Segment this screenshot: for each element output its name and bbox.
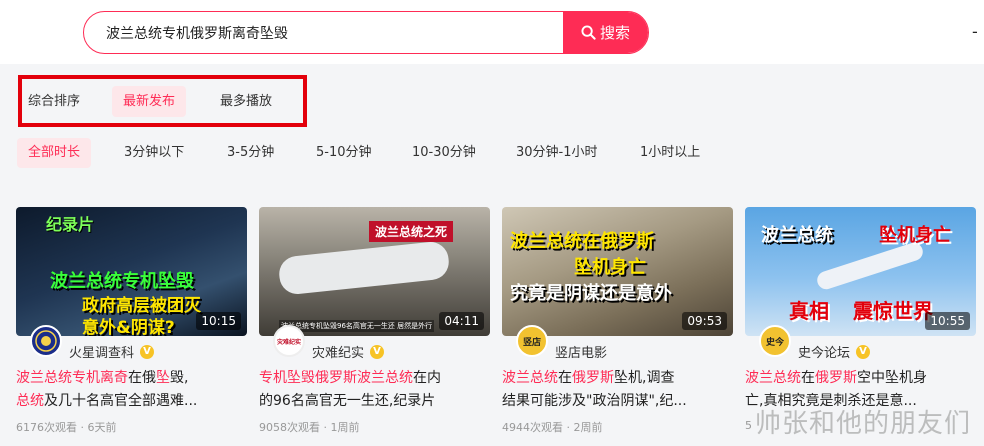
avatar-text: 竖店 [522, 337, 541, 348]
title-text: 结果可能涉及"政治阴谋",纪... [502, 393, 687, 409]
video-title-line: 总统及几十名高官全部遇难... [16, 390, 242, 413]
top-bar: 搜索 - [0, 0, 984, 64]
duration-filter-under-3[interactable]: 3分钟以下 [113, 138, 195, 168]
search-button[interactable]: 搜索 [563, 12, 648, 53]
plane-shape [814, 240, 926, 292]
keyword-highlight: 波兰总统 [502, 370, 558, 386]
video-thumbnail[interactable]: 纪录片 波兰总统专机坠毁 政府高层被团灭 意外&阴谋? 10:15 [16, 207, 247, 336]
thumb-caption: 纪录片 [46, 215, 95, 234]
search-button-label: 搜索 [599, 24, 630, 42]
video-title-line: 的96名高官无一生还,纪录片 [259, 390, 485, 413]
video-title-line: 结果可能涉及"政治阴谋",纪... [502, 390, 728, 413]
verified-badge-icon: V [856, 344, 871, 359]
video-thumbnail[interactable]: 波兰总统之死 波兰总统专机坠毁96名高官无一生还 居然是外行 04:11 [259, 207, 490, 336]
video-title-line: 波兰总统在俄罗斯坠机,调查 [502, 367, 728, 390]
title-text: 的96名高官无一生还,纪录片 [259, 393, 436, 409]
video-meta: 5 [745, 419, 752, 432]
search-box: 搜索 [83, 11, 649, 54]
author-row[interactable]: 竖店电影 [555, 342, 607, 361]
video-card[interactable]: 波兰总统之死 波兰总统专机坠毁96名高官无一生还 居然是外行 04:11 灾难纪… [259, 207, 490, 446]
thumb-caption: 震惊世界 [853, 299, 933, 323]
plane-shape [277, 240, 451, 296]
thumb-caption: 波兰总统之死 [369, 221, 454, 242]
author-row[interactable]: 史今论坛 V [798, 342, 871, 361]
video-meta: 9058次观看 · 1周前 [259, 421, 360, 434]
video-card[interactable]: 纪录片 波兰总统专机坠毁 政府高层被团灭 意外&阴谋? 10:15 火星调查科 … [16, 207, 247, 446]
sort-tab-most-played[interactable]: 最多播放 [209, 86, 283, 117]
search-input[interactable] [106, 12, 556, 53]
thumb-caption: 坠机身亡 [574, 257, 646, 278]
author-name[interactable]: 火星调查科 [69, 342, 134, 361]
title-text: 在 [801, 370, 815, 386]
keyword-highlight: 坠 [156, 370, 170, 386]
video-title[interactable]: 波兰总统在俄罗斯坠机,调查结果可能涉及"政治阴谋",纪... [502, 367, 728, 413]
keyword-highlight: 专机坠毁俄罗斯波兰总统 [259, 370, 413, 386]
video-title-line: 波兰总统在俄罗斯空中坠机身 [745, 367, 971, 390]
avatar[interactable]: 竖店 [516, 325, 548, 357]
avatar[interactable]: 灾难纪实 [273, 325, 305, 357]
keyword-highlight: 总统 [16, 393, 44, 409]
thumb-caption: 坠机身亡 [879, 225, 951, 246]
author-name[interactable]: 竖店电影 [555, 342, 607, 361]
title-text: 在内 [413, 370, 441, 386]
author-row[interactable]: 火星调查科 V [69, 342, 155, 361]
video-meta: 4944次观看 · 2周前 [502, 421, 603, 434]
duration-filter-3-5[interactable]: 3-5分钟 [216, 138, 285, 168]
video-duration: 09:53 [682, 312, 727, 330]
duration-filter-over-1h[interactable]: 1小时以上 [629, 138, 711, 168]
video-thumbnail[interactable]: 波兰总统在俄罗斯 坠机身亡 究竟是阴谋还是意外 09:53 [502, 207, 733, 336]
title-text: 及几十名高官全部遇难... [44, 393, 198, 409]
video-title[interactable]: 波兰总统专机离奇在俄坠毁, 总统及几十名高官全部遇难... [16, 367, 242, 413]
thumb-caption: 波兰总统 [761, 225, 833, 246]
search-icon [581, 25, 596, 40]
duration-filter-10-30[interactable]: 10-30分钟 [401, 138, 487, 168]
thumb-caption: 究竟是阴谋还是意外 [510, 283, 672, 304]
duration-filter-all[interactable]: 全部时长 [17, 138, 92, 168]
title-text: 在俄 [128, 370, 156, 386]
keyword-highlight: 俄罗斯 [815, 370, 857, 386]
sort-tab-latest[interactable]: 最新发布 [112, 86, 187, 117]
keyword-highlight: 俄罗斯 [572, 370, 614, 386]
watermark: 帅张和他的朋友们 [755, 409, 972, 439]
title-text: 毁, [170, 370, 189, 386]
video-title-line: 波兰总统专机离奇在俄坠毁, [16, 367, 242, 390]
duration-filter-30-60[interactable]: 30分钟-1小时 [505, 138, 609, 168]
author-name[interactable]: 灾难纪实 [312, 342, 364, 361]
sort-tab-comprehensive[interactable]: 综合排序 [17, 86, 91, 117]
video-card[interactable]: 波兰总统在俄罗斯 坠机身亡 究竟是阴谋还是意外 09:53 竖店 竖店电影 波兰… [502, 207, 733, 446]
thumb-caption: 波兰总统专机坠毁 [50, 271, 194, 292]
header-right-glyph: - [972, 22, 978, 41]
author-name[interactable]: 史今论坛 [798, 342, 850, 361]
author-row[interactable]: 灾难纪实 V [312, 342, 385, 361]
title-text: 坠机,调查 [614, 370, 675, 386]
title-text: 空中坠机身 [857, 370, 927, 386]
video-meta: 6176次观看 · 6天前 [16, 421, 117, 434]
video-duration: 04:11 [439, 312, 484, 330]
thumb-caption: 意外&阴谋? [82, 318, 175, 336]
thumb-caption: 真相 [789, 299, 829, 323]
video-duration: 10:15 [196, 312, 241, 330]
video-duration: 10:55 [925, 312, 970, 330]
fbi-seal-icon [35, 330, 57, 352]
thumb-caption: 波兰总统专机坠毁96名高官无一生还 居然是外行 [279, 320, 435, 332]
duration-filter-5-10[interactable]: 5-10分钟 [305, 138, 383, 168]
video-title-line: 专机坠毁俄罗斯波兰总统在内 [259, 367, 485, 390]
avatar[interactable]: 史今 [759, 325, 791, 357]
thumb-caption: 波兰总统在俄罗斯 [510, 231, 654, 252]
avatar-text: 灾难纪实 [276, 338, 301, 346]
avatar-text: 史今 [765, 337, 784, 348]
keyword-highlight: 波兰总统专机离奇 [16, 370, 128, 386]
verified-badge-icon: V [370, 344, 385, 359]
video-title[interactable]: 专机坠毁俄罗斯波兰总统在内的96名高官无一生还,纪录片 [259, 367, 485, 413]
avatar[interactable] [30, 325, 62, 357]
verified-badge-icon: V [140, 344, 155, 359]
video-thumbnail[interactable]: 波兰总统 坠机身亡 真相 震惊世界 10:55 [745, 207, 976, 336]
title-text: 在 [558, 370, 572, 386]
keyword-highlight: 波兰总统 [745, 370, 801, 386]
